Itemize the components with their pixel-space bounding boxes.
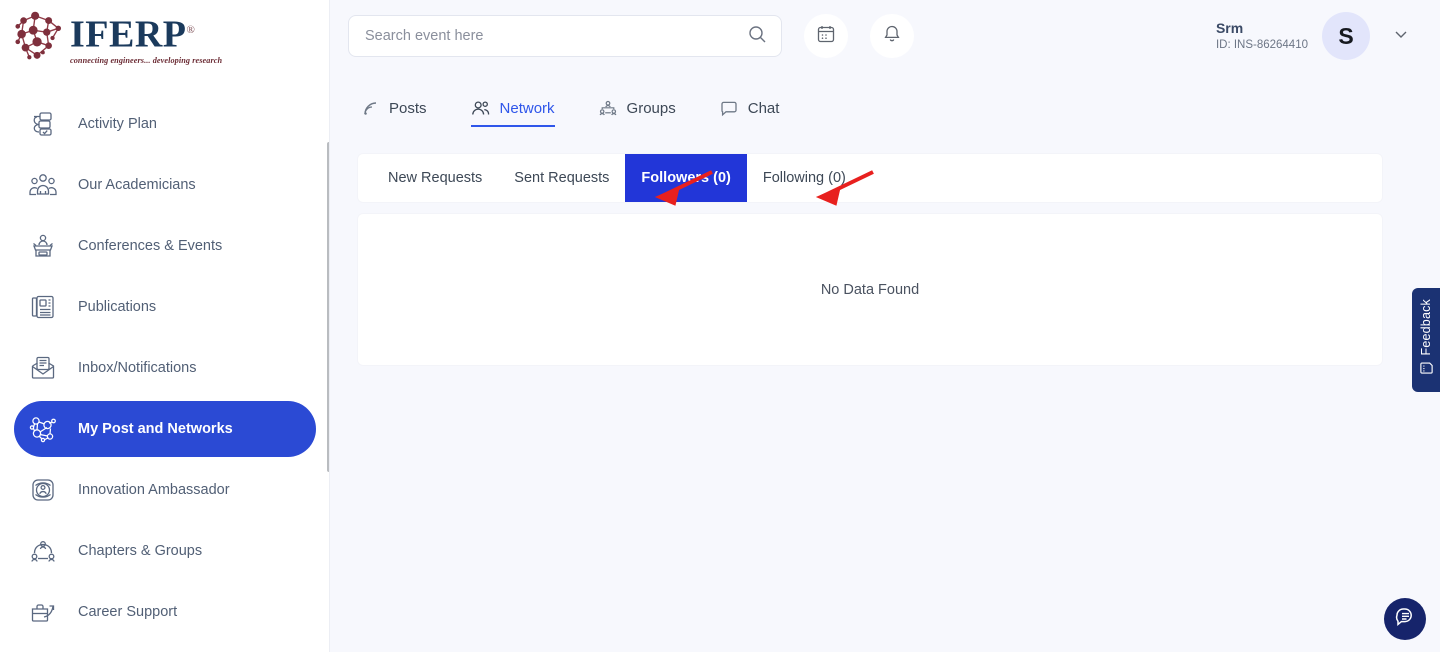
tab-label: Chat [748,100,780,117]
network-nodes-logo-icon [10,9,68,65]
sidebar-item-label: Conferences & Events [78,238,222,254]
speech-bubble-icon [720,100,738,117]
chapters-groups-icon [28,536,58,566]
sidebar-nav: Activity Plan Our Academicians [0,74,330,640]
user-id: ID: INS-86264410 [1216,37,1308,53]
sidebar-item-label: Activity Plan [78,116,157,132]
sidebar: IFERP® connecting engineers... developin… [0,0,330,652]
user-profile-menu[interactable]: Srm ID: INS-86264410 S [1216,12,1424,60]
org-chart-icon [599,100,617,117]
tab-groups[interactable]: Groups [599,100,676,127]
notifications-button[interactable] [870,14,914,58]
tagline-part-2: developing research [153,56,222,65]
people-icon [471,100,490,117]
tab-network[interactable]: Network [471,100,555,127]
sidebar-item-label: Our Academicians [78,177,196,193]
network-subtabs: New Requests Sent Requests Followers (0)… [358,154,1382,202]
chat-support-button[interactable] [1384,598,1426,640]
sidebar-item-activity-plan[interactable]: Activity Plan [14,96,316,152]
brand-wordmark: IFERP® [70,11,222,54]
sidebar-item-label: My Post and Networks [78,421,233,437]
sidebar-item-publications[interactable]: Publications [14,279,316,335]
brand-tagline: connecting engineers... developing resea… [70,56,222,65]
subtab-followers[interactable]: Followers (0) [625,154,746,202]
sidebar-item-label: Inbox/Notifications [78,360,196,376]
app-root: IFERP® connecting engineers... developin… [0,0,1440,652]
brand-logo[interactable]: IFERP® connecting engineers... developin… [0,0,330,74]
followers-list-panel: No Data Found [358,214,1382,365]
sidebar-item-chapters-groups[interactable]: Chapters & Groups [14,523,316,579]
tab-posts[interactable]: Posts [362,100,427,127]
career-briefcase-icon [28,597,58,627]
sidebar-item-label: Innovation Ambassador [78,482,230,498]
sidebar-item-label: Career Support [78,604,177,620]
subtab-sent-requests[interactable]: Sent Requests [498,154,625,202]
chat-bubble-icon [1393,605,1417,634]
subtab-following[interactable]: Following (0) [747,154,862,202]
activity-plan-icon [28,109,58,139]
sidebar-item-my-post-and-networks[interactable]: My Post and Networks [14,401,316,457]
feedback-tab[interactable]: Feedback [1412,288,1440,392]
empty-state-message: No Data Found [821,282,919,298]
avatar[interactable]: S [1322,12,1370,60]
sidebar-item-conferences-events[interactable]: Conferences & Events [14,218,316,274]
calendar-icon [816,24,836,49]
feedback-form-icon [1419,361,1434,381]
calendar-button[interactable] [804,14,848,58]
search-input[interactable] [365,28,747,44]
search-icon[interactable] [747,24,767,49]
feedback-label: Feedback [1419,299,1433,356]
conference-podium-icon [28,231,58,261]
tagline-part-1: connecting engineers... [70,56,151,65]
sidebar-item-our-academicians[interactable]: Our Academicians [14,157,316,213]
sidebar-item-label: Chapters & Groups [78,543,202,559]
subtab-new-requests[interactable]: New Requests [372,154,498,202]
search-bar[interactable] [348,15,782,57]
network-tabs: Posts Network [330,100,1440,127]
tab-label: Network [500,100,555,117]
user-info: Srm ID: INS-86264410 [1216,19,1308,53]
sidebar-item-innovation-ambassador[interactable]: Innovation Ambassador [14,462,316,518]
sidebar-item-career-support[interactable]: Career Support [14,584,316,640]
bell-icon [882,24,902,49]
chevron-down-icon[interactable] [1392,25,1410,48]
sidebar-item-label: Publications [78,299,156,315]
tab-label: Groups [627,100,676,117]
network-graph-icon [28,414,58,444]
main-content: Srm ID: INS-86264410 S [330,0,1440,652]
sidebar-item-inbox-notifications[interactable]: Inbox/Notifications [14,340,316,396]
rss-feed-icon [362,100,379,117]
top-bar: Srm ID: INS-86264410 S [330,0,1440,72]
envelope-icon [28,353,58,383]
academicians-group-icon [28,170,58,200]
newspaper-icon [28,292,58,322]
user-name: Srm [1216,19,1308,37]
tab-chat[interactable]: Chat [720,100,780,127]
registered-mark: ® [187,24,196,36]
innovation-badge-icon [28,475,58,505]
tab-label: Posts [389,100,427,117]
